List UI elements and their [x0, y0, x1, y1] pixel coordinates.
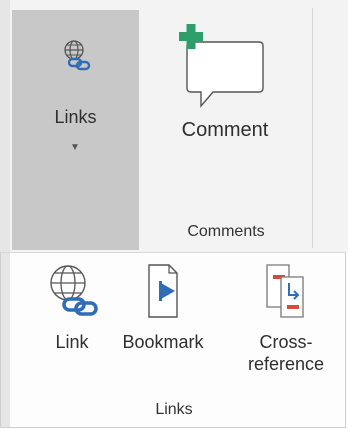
cross-reference-label-line-2: reference [247, 354, 325, 374]
cross-reference-button-label: Cross- reference [231, 331, 341, 375]
new-comment-button[interactable]: Comment [160, 10, 290, 190]
link-button-label: Link [55, 332, 89, 352]
links-globe-chain-icon [64, 40, 91, 71]
bookmark-button[interactable]: Bookmark [113, 261, 213, 353]
ribbon-left-edge [0, 0, 10, 252]
links-button-label: Links [54, 107, 97, 127]
cross-reference-label-line-1: Cross- [259, 332, 313, 352]
bookmark-icon [148, 264, 178, 318]
caret-down-icon: ▼ [70, 142, 80, 153]
links-dropdown-panel: Link Bookmark Cross- reference Links [0, 252, 346, 428]
cross-reference-button[interactable]: Cross- reference [231, 261, 341, 375]
links-group-label: Links [155, 401, 193, 418]
bookmark-button-label: Bookmark [122, 332, 204, 352]
new-comment-icon [179, 24, 264, 108]
comments-group-label: Comments [187, 223, 265, 240]
link-button[interactable]: Link [37, 261, 107, 353]
links-button[interactable]: Links ▼ [12, 10, 139, 250]
ribbon: Links ▼ Comment Comments [0, 0, 348, 252]
link-globe-icon [50, 265, 98, 316]
group-separator [312, 8, 313, 248]
cross-reference-icon [266, 264, 304, 318]
comment-button-label: Comment [181, 119, 269, 141]
